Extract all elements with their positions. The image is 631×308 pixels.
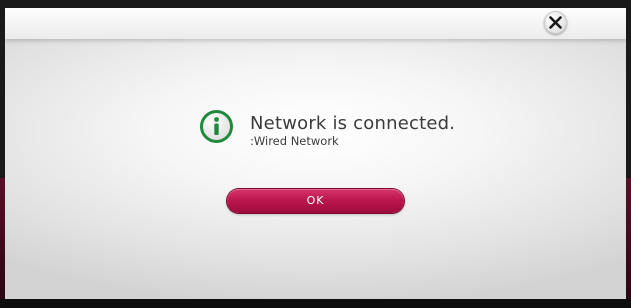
close-button[interactable] bbox=[544, 11, 567, 34]
dialog-header bbox=[5, 8, 626, 39]
bottom-bar bbox=[0, 299, 631, 308]
ok-button[interactable]: OK bbox=[227, 189, 404, 213]
tv-screen: Network is connected. :Wired Network OK bbox=[0, 0, 631, 308]
network-status-dialog: Network is connected. :Wired Network OK bbox=[5, 8, 626, 299]
info-icon bbox=[200, 110, 233, 143]
dialog-subtitle: :Wired Network bbox=[250, 134, 339, 148]
dialog-title: Network is connected. bbox=[250, 113, 456, 134]
close-icon bbox=[549, 16, 562, 29]
